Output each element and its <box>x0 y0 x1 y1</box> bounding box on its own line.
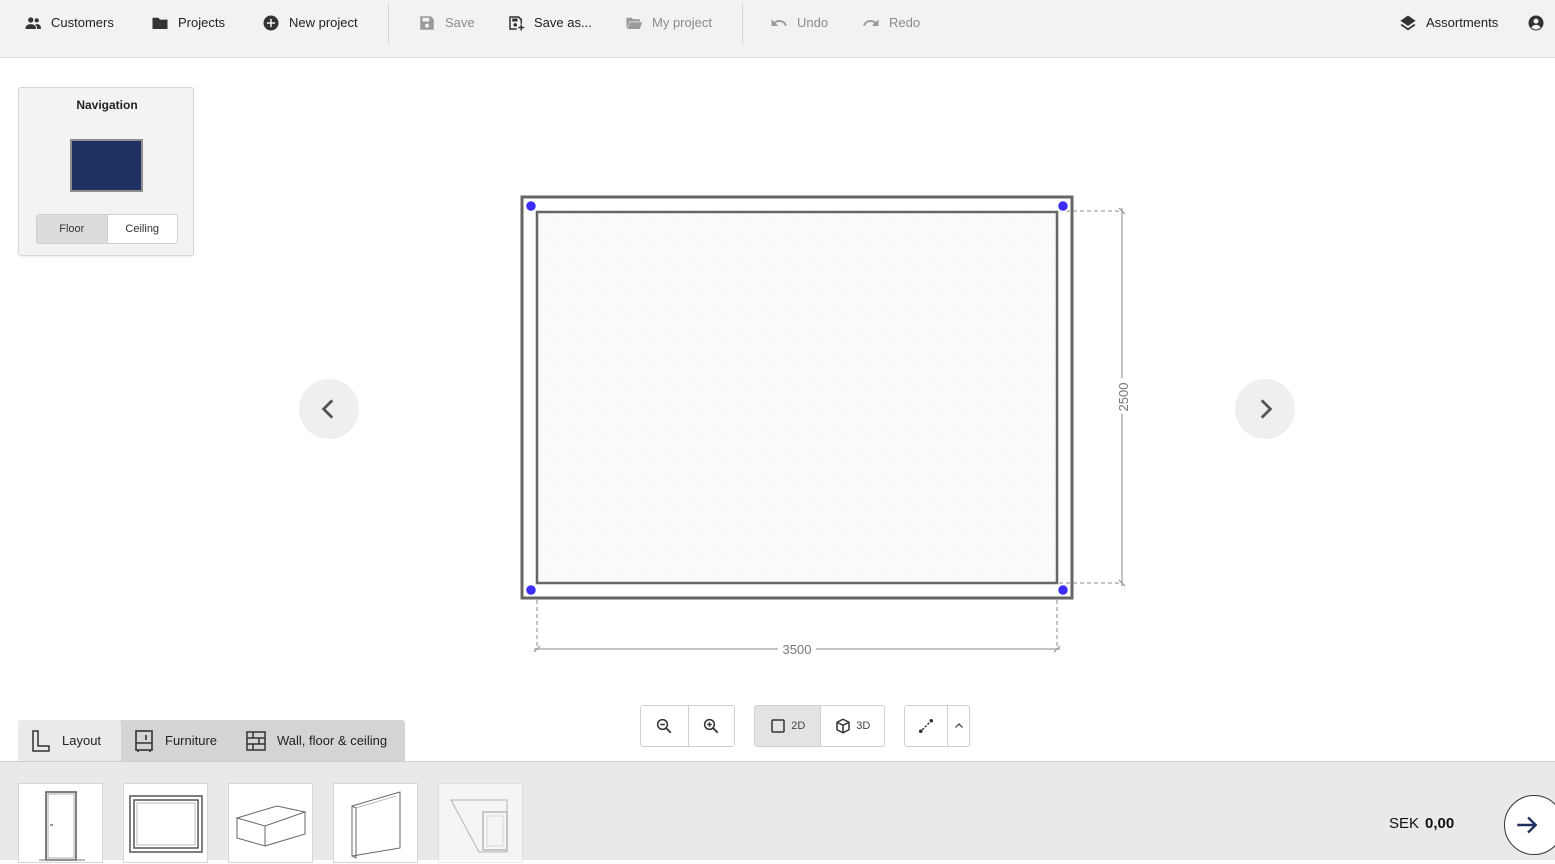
zoom-controls <box>640 705 735 747</box>
measure-button[interactable] <box>905 706 947 746</box>
tray-item-wall-panel[interactable] <box>333 783 418 863</box>
window-icon <box>129 795 203 853</box>
cube-icon <box>836 718 850 734</box>
layout-icon <box>32 729 50 752</box>
brick-wall-icon <box>246 730 266 751</box>
view-3d-label: 3D <box>856 720 871 732</box>
tab-furniture[interactable]: Furniture <box>121 720 233 761</box>
chevron-up-icon <box>954 723 963 728</box>
price-currency: SEK <box>1389 815 1420 832</box>
view-2d-button[interactable]: 2D <box>755 706 820 746</box>
depth-dimension-label: 2500 <box>1116 383 1131 412</box>
tab-furniture-label: Furniture <box>165 733 218 748</box>
tab-wall-floor-ceiling[interactable]: Wall, floor & ceiling <box>233 720 405 761</box>
floor-toggle[interactable]: Floor <box>37 215 107 243</box>
zoom-out-icon <box>657 718 672 734</box>
zoom-out-button[interactable] <box>641 706 688 746</box>
next-view-button[interactable] <box>1235 379 1295 439</box>
room-thumbnail[interactable] <box>70 139 143 192</box>
view-mode-toggle: 2D 3D <box>754 705 885 747</box>
category-tabs: Layout Furniture Wall, floor & ceiling <box>18 720 405 761</box>
measure-options-button[interactable] <box>947 706 969 746</box>
tray-item-window[interactable] <box>123 783 208 863</box>
door-icon <box>39 791 85 861</box>
chevron-left-icon <box>321 399 334 419</box>
next-step-button[interactable] <box>1504 795 1555 855</box>
wardrobe-icon <box>135 729 153 752</box>
box-icon <box>235 805 307 847</box>
zoom-in-button[interactable] <box>687 706 735 746</box>
niche-icon <box>450 799 508 853</box>
tray-item-niche[interactable] <box>438 783 523 863</box>
corner-handle-top-right[interactable] <box>1056 199 1070 213</box>
corner-handle-bottom-left[interactable] <box>524 583 538 597</box>
ceiling-toggle[interactable]: Ceiling <box>108 215 178 243</box>
chevron-right-icon <box>1260 399 1273 419</box>
tab-layout-label: Layout <box>62 733 102 748</box>
total-price: SEK 0,00 <box>1389 815 1454 832</box>
width-dimension-label: 3500 <box>783 642 812 657</box>
tray-item-box[interactable] <box>228 783 313 863</box>
view-2d-label: 2D <box>791 720 806 732</box>
navigation-title: Navigation <box>76 98 138 112</box>
floor-ceiling-toggle: Floor Ceiling <box>36 214 178 244</box>
tab-wall-floor-ceiling-label: Wall, floor & ceiling <box>277 733 388 748</box>
room-floor[interactable] <box>535 210 1059 585</box>
price-amount: 0,00 <box>1425 815 1455 832</box>
arrow-right-icon <box>1517 816 1538 834</box>
corner-handle-bottom-right[interactable] <box>1056 583 1070 597</box>
measure-tool-group <box>904 705 970 747</box>
view-3d-button[interactable]: 3D <box>819 706 885 746</box>
product-tray: SEK 0,00 <box>0 761 1555 863</box>
tray-item-door[interactable] <box>18 783 103 863</box>
square-icon <box>771 719 785 733</box>
zoom-in-icon <box>704 718 719 734</box>
tab-layout[interactable]: Layout <box>18 720 121 761</box>
previous-view-button[interactable] <box>299 379 359 439</box>
wall-panel-icon <box>351 791 401 859</box>
measure-icon <box>919 718 934 734</box>
navigation-panel: Navigation Floor Ceiling <box>18 87 194 256</box>
corner-handle-top-left[interactable] <box>524 199 538 213</box>
